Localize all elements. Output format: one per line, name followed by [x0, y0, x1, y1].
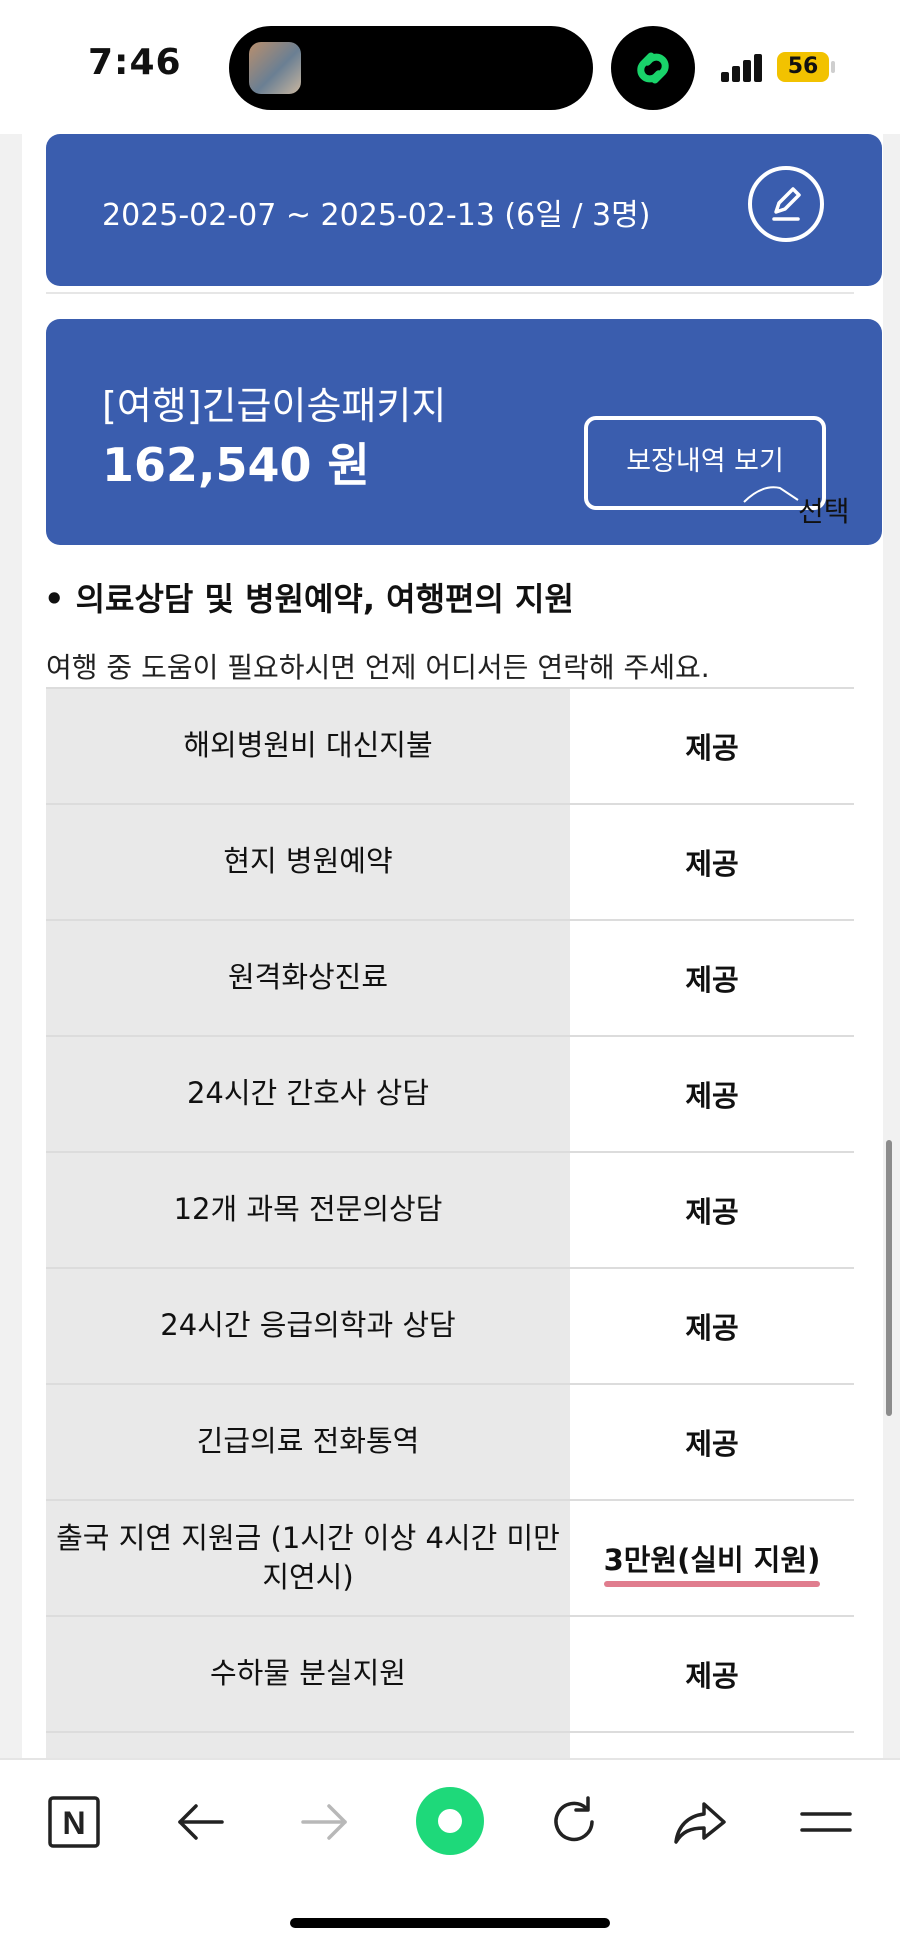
section-description: 여행 중 도움이 필요하시면 언제 어디서든 연락해 주세요.	[46, 651, 710, 684]
row-label: 원격화상진료	[46, 921, 570, 1035]
package-card: [여행]긴급이송패키지 162,540 원 보장내역 보기	[46, 319, 882, 545]
back-arrow-icon	[178, 1804, 224, 1840]
row-value-highlighted: 3만원(실비 지원)	[570, 1501, 854, 1615]
web-content[interactable]: 2025-02-07 ~ 2025-02-13 (6일 / 3명) [여행]긴급…	[0, 134, 900, 1758]
table-row: 해외병원비 대신지불 제공	[46, 687, 854, 803]
page-gutter-left	[0, 134, 22, 1758]
select-button[interactable]: 선택	[798, 490, 850, 530]
row-value: 제공	[570, 1617, 854, 1731]
page-gutter-right	[883, 134, 900, 1758]
row-value: 제공	[570, 1153, 854, 1267]
menu-icon	[800, 1812, 852, 1832]
scrollbar-thumb[interactable]	[886, 1140, 892, 1416]
row-label: 12개 과목 전문의상담	[46, 1153, 570, 1267]
battery-icon: 56	[777, 52, 829, 82]
section-title: • 의료상담 및 병원예약, 여행편의 지원	[44, 580, 574, 618]
row-value: 제공	[570, 805, 854, 919]
table-row: 현지 병원예약 제공	[46, 803, 854, 919]
table-row: 출국 지연 지원금 (1시간 이상 4시간 미만 지연시) 3만원(실비 지원)	[46, 1499, 854, 1615]
table-row: 24시간 간호사 상담 제공	[46, 1035, 854, 1151]
naver-home-button[interactable]: N	[46, 1794, 102, 1850]
battery-tip	[831, 61, 835, 73]
naver-n-icon: N	[48, 1796, 100, 1848]
divider	[46, 292, 854, 294]
row-value: 제공	[570, 1037, 854, 1151]
status-time: 7:46	[88, 42, 182, 83]
row-label: 수하물 분실지원	[46, 1617, 570, 1731]
edit-trip-button[interactable]	[748, 166, 824, 242]
reload-button[interactable]	[546, 1794, 602, 1850]
row-label: 해외병원비 대신지불	[46, 689, 570, 803]
green-dot-icon	[416, 1787, 484, 1855]
package-price: 162,540 원	[102, 438, 370, 492]
row-value: 제공	[570, 1385, 854, 1499]
row-label: 24시간 간호사 상담	[46, 1037, 570, 1151]
green-dot-button[interactable]	[415, 1786, 485, 1856]
row-value: 제공	[570, 921, 854, 1035]
row-label: 24시간 응급의학과 상담	[46, 1269, 570, 1383]
table-row: 원격화상진료 제공	[46, 919, 854, 1035]
row-value	[570, 1733, 854, 1758]
table-row: 긴급의료 전화통역 제공	[46, 1383, 854, 1499]
forward-arrow-icon	[301, 1804, 347, 1840]
home-indicator	[290, 1918, 610, 1928]
row-label: 긴급의료 전화통역	[46, 1385, 570, 1499]
row-label: 출국 지연 지원금 (1시간 이상 4시간 미만 지연시)	[46, 1501, 570, 1615]
row-value: 제공	[570, 689, 854, 803]
table-row	[46, 1731, 854, 1758]
reload-icon	[554, 1796, 594, 1842]
table-row: 24시간 응급의학과 상담 제공	[46, 1267, 854, 1383]
link-app-icon[interactable]	[611, 26, 695, 110]
coverage-table: 해외병원비 대신지불 제공 현지 병원예약 제공 원격화상진료 제공 24시간 …	[46, 687, 854, 1758]
package-name: [여행]긴급이송패키지	[102, 384, 447, 428]
highlighted-value: 3만원(실비 지원)	[603, 1537, 820, 1587]
share-icon	[674, 1802, 726, 1844]
trip-period-text: 2025-02-07 ~ 2025-02-13 (6일 / 3명)	[102, 198, 651, 233]
forward-button[interactable]	[297, 1794, 353, 1850]
row-label: 현지 병원예약	[46, 805, 570, 919]
trip-period-card: 2025-02-07 ~ 2025-02-13 (6일 / 3명)	[46, 134, 882, 286]
select-tab-curve	[743, 486, 799, 503]
table-row: 수하물 분실지원 제공	[46, 1615, 854, 1731]
now-playing-thumbnail[interactable]	[249, 42, 301, 94]
row-label	[46, 1733, 570, 1758]
naver-n-letter: N	[62, 1805, 85, 1841]
row-value: 제공	[570, 1269, 854, 1383]
table-row: 12개 과목 전문의상담 제공	[46, 1151, 854, 1267]
menu-button[interactable]	[798, 1794, 854, 1850]
pencil-icon	[772, 187, 801, 221]
cellular-signal-icon	[721, 52, 765, 82]
share-button[interactable]	[672, 1794, 728, 1850]
back-button[interactable]	[172, 1794, 228, 1850]
dynamic-island[interactable]	[229, 26, 593, 110]
status-bar: 7:46 56	[0, 0, 900, 134]
